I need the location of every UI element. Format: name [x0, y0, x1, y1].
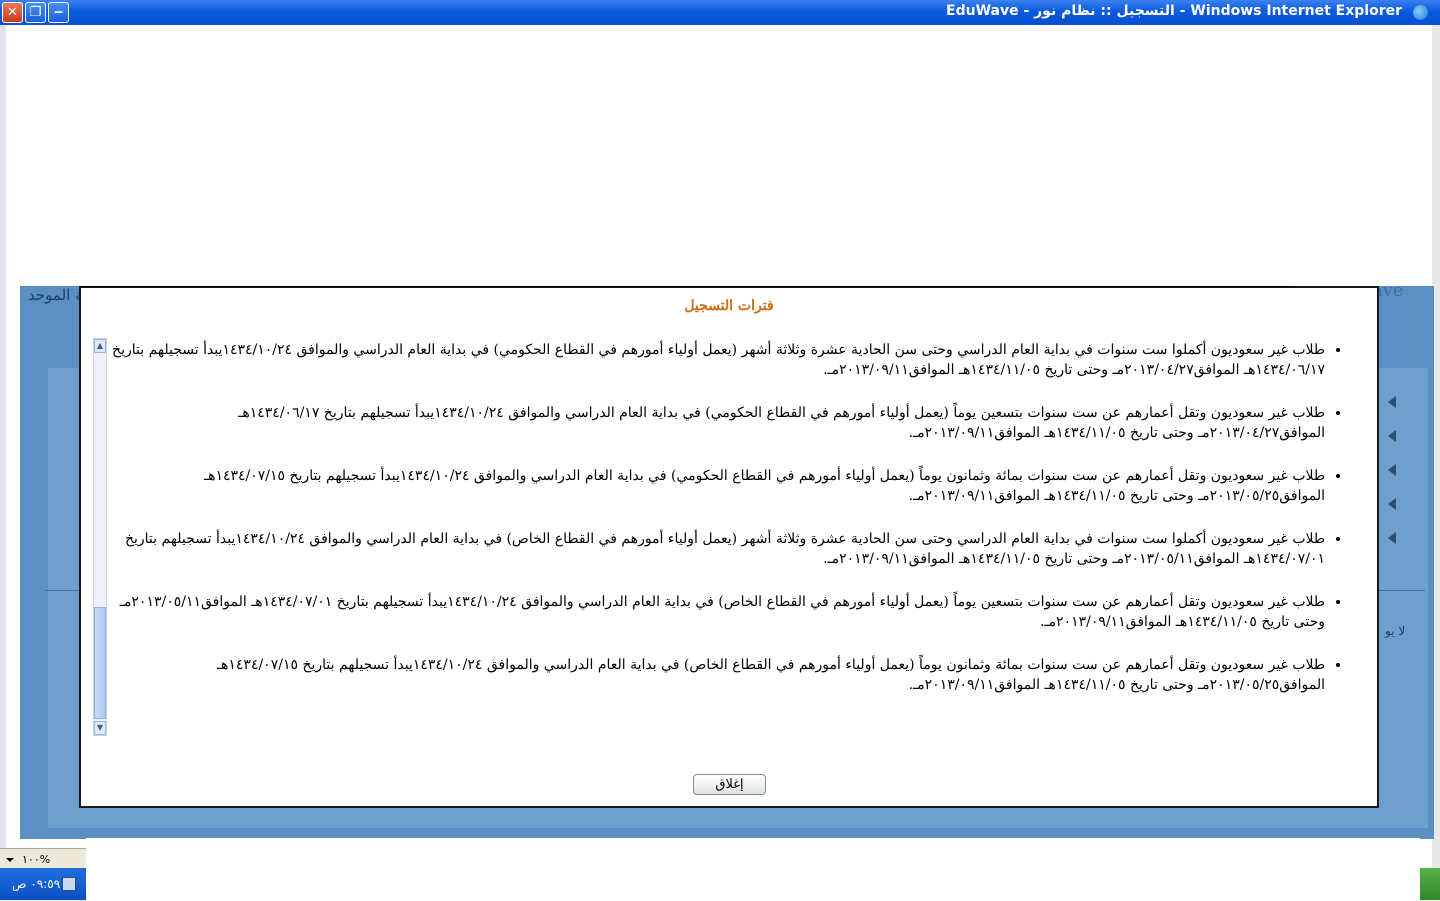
background-fragment-bottom: لا يو	[1385, 624, 1406, 638]
dialog-top-line	[79, 286, 1295, 287]
registration-periods-dialog: فترات التسجيل ▲ ▼ طلاب غير سعوديون أكملو…	[79, 286, 1379, 808]
arrow-left-icon	[1388, 430, 1396, 442]
close-button[interactable]: إغلاق	[693, 774, 766, 795]
list-item: طلاب غير سعوديون أكملوا ست سنوات في بداي…	[111, 529, 1325, 569]
list-item: طلاب غير سعوديون أكملوا ست سنوات في بداي…	[111, 340, 1325, 380]
arrow-left-icon	[1388, 532, 1396, 544]
registration-periods-list: طلاب غير سعوديون أكملوا ست سنوات في بداي…	[111, 340, 1341, 695]
list-item: طلاب غير سعوديون وتقل أعمارهم عن ست سنوا…	[111, 655, 1325, 695]
scrollbar-thumb[interactable]	[94, 607, 106, 719]
ie-icon	[1413, 5, 1428, 20]
window-titlebar: ✕ ❐ ‒ EduWave - التسجيل :: نظام نور - Wi…	[0, 0, 1440, 25]
window-title: EduWave - التسجيل :: نظام نور - Windows …	[946, 3, 1402, 19]
taskbar-right-edge	[1420, 868, 1440, 900]
list-item: طلاب غير سعوديون وتقل أعمارهم عن ست سنوا…	[111, 592, 1325, 632]
left-frame	[0, 25, 6, 900]
taskbar-clock: ٠٩:٥٩ ص	[12, 877, 61, 891]
arrow-left-icon	[1388, 396, 1396, 408]
dialog-title: فترات التسجيل	[684, 298, 774, 314]
dialog-scrollbar[interactable]: ▲ ▼	[93, 338, 107, 736]
scroll-down-icon[interactable]: ▼	[94, 721, 106, 735]
window-restore-button[interactable]: ❐	[25, 2, 46, 23]
taskbar: ٠٩:٥٩ ص	[0, 868, 86, 900]
arrow-left-icon	[1388, 464, 1396, 476]
scroll-up-icon[interactable]: ▲	[94, 339, 106, 353]
zoom-dropdown-icon[interactable]	[6, 858, 14, 862]
zoom-level[interactable]: ١٠٠%	[22, 853, 50, 866]
list-item: طلاب غير سعوديون وتقل أعمارهم عن ست سنوا…	[111, 403, 1325, 443]
window-minimize-button[interactable]: ‒	[48, 2, 69, 23]
background-arrows	[1388, 390, 1408, 550]
arrow-left-icon	[1388, 498, 1396, 510]
dialog-content: طلاب غير سعوديون أكملوا ست سنوات في بداي…	[111, 340, 1341, 740]
network-icon[interactable]	[62, 877, 76, 891]
list-item: طلاب غير سعوديون وتقل أعمارهم عن ست سنوا…	[111, 466, 1325, 506]
bottom-blank-area	[86, 838, 1420, 900]
window-close-button[interactable]: ✕	[2, 2, 23, 23]
